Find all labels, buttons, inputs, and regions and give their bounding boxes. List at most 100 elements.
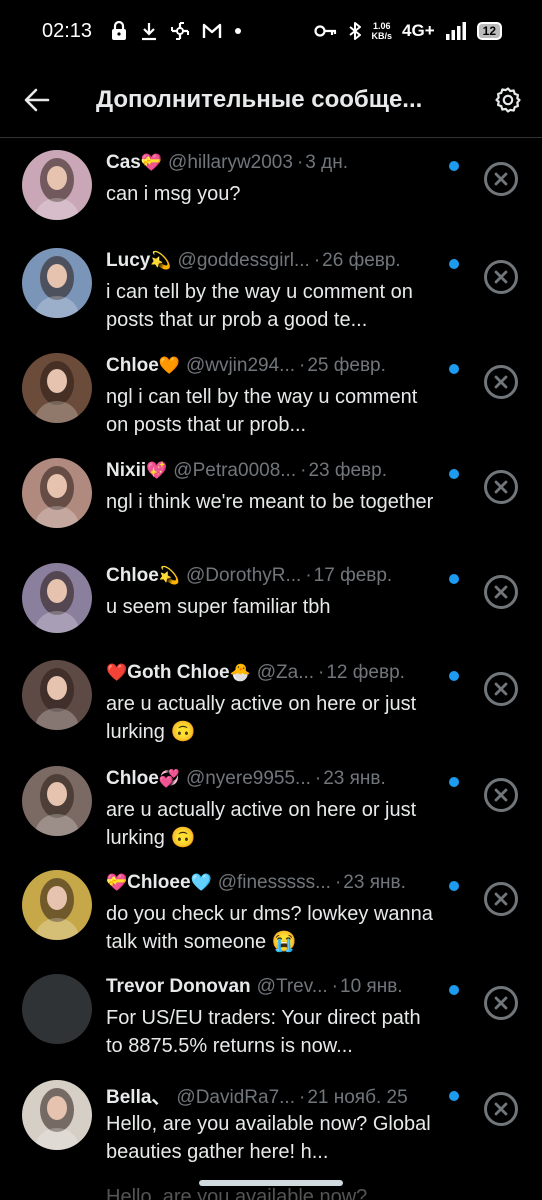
message-content: ❤️Goth Chloe🐣 @Za... · 12 февр. are u actual… [106, 662, 440, 746]
display-name[interactable]: Chloe💫 [106, 565, 180, 587]
display-name-text: Chloee [127, 872, 191, 893]
separator: · [296, 152, 304, 173]
message-request-item[interactable]: 💝Chloee🩵 @finesssss... · 23 янв. do you chec… [0, 868, 542, 972]
back-button[interactable] [12, 75, 62, 125]
separator: · [298, 1087, 306, 1108]
message-content: Chloe💫 @DorothyR... · 17 февр. u seem super … [106, 565, 440, 621]
dismiss-button[interactable] [484, 986, 518, 1020]
message-request-item[interactable]: Cas💝 @hillaryw2003 · 3 дн. can i msg you? [0, 148, 542, 246]
close-icon [494, 682, 508, 696]
user-handle[interactable]: @hillaryw2003 [168, 152, 293, 174]
name-emoji: 💝 [140, 153, 163, 173]
separator: · [313, 250, 321, 271]
message-content: Lucy💫 @goddessgirl... · 26 февр. i can tell … [106, 250, 440, 334]
display-name[interactable]: Nixii💖 [106, 460, 167, 482]
network-speed-unit: KB/s [371, 31, 393, 41]
display-name[interactable]: Bella、 [106, 1082, 170, 1109]
message-date: 10 янв. [340, 976, 403, 997]
avatar-photo [35, 571, 79, 633]
message-header: Lucy💫 @goddessgirl... · 26 февр. [106, 250, 440, 276]
avatar-photo [35, 878, 79, 940]
display-name[interactable]: ❤️Goth Chloe🐣 [106, 662, 251, 684]
network-speed-value: 1.06 [373, 21, 391, 31]
user-handle[interactable]: @Petra0008... [173, 460, 296, 482]
display-name[interactable]: Trevor Donovan [106, 976, 251, 998]
message-request-item[interactable]: Bella、 @DavidRa7... · 21 нояб. 25 Hello, are… [0, 1078, 542, 1182]
user-handle[interactable]: @DorothyR... [186, 565, 301, 587]
message-content: Chloe🧡 @wvjin294... · 25 февр. ngl i can tel… [106, 355, 440, 439]
user-handle[interactable]: @wvjin294... [186, 355, 295, 377]
message-content: Cas💝 @hillaryw2003 · 3 дн. can i msg you? [106, 152, 440, 208]
message-preview: ngl i can tell by the way u comment on p… [106, 386, 418, 436]
dismiss-button[interactable] [484, 1092, 518, 1126]
message-request-item[interactable]: Trevor Donovan @Trev... · 10 янв. For US/EU … [0, 972, 542, 1078]
avatar[interactable] [22, 1080, 92, 1150]
user-handle[interactable]: @finesssss... [218, 872, 331, 894]
close-icon [494, 1102, 508, 1116]
dismiss-button[interactable] [484, 470, 518, 504]
avatar[interactable] [22, 353, 92, 423]
message-preview: are u actually active on here or just lu… [106, 693, 417, 743]
avatar[interactable] [22, 248, 92, 318]
network-speed: 1.06 KB/s [372, 21, 393, 41]
message-date: 21 нояб. 25 [307, 1087, 408, 1108]
name-prefix-emoji: ❤️ [106, 663, 128, 683]
message-request-item[interactable]: Lucy💫 @goddessgirl... · 26 февр. i can tell … [0, 246, 542, 351]
avatar[interactable] [22, 660, 92, 730]
message-content: Trevor Donovan @Trev... · 10 янв. For US/EU … [106, 976, 440, 1060]
avatar[interactable] [22, 870, 92, 940]
message-request-item[interactable]: Chloe💞 @nyere9955... · 23 янв. are u actuall… [0, 764, 542, 868]
name-emoji: 💫 [158, 566, 180, 586]
user-handle[interactable]: @goddessgirl... [178, 250, 310, 272]
display-name-text: Chloe [106, 565, 159, 586]
display-name[interactable]: Chloe💞 [106, 768, 180, 790]
message-preview: u seem super familiar tbh [106, 596, 331, 618]
home-indicator[interactable] [199, 1180, 343, 1186]
message-header: Nixii💖 @Petra0008... · 23 февр. [106, 460, 440, 486]
user-handle[interactable]: @Trev... [257, 976, 328, 998]
avatar[interactable] [22, 458, 92, 528]
separator: · [334, 872, 342, 893]
avatar[interactable] [22, 766, 92, 836]
user-handle[interactable]: @nyere9955... [186, 768, 311, 790]
separator: · [314, 768, 322, 789]
status-right: 1.06 KB/s 4G+ 12 [313, 21, 502, 41]
display-name-text: Bella、 [106, 1087, 171, 1108]
dismiss-button[interactable] [484, 672, 518, 706]
user-handle[interactable]: @DavidRa7... [176, 1087, 295, 1109]
dismiss-button[interactable] [484, 778, 518, 812]
message-request-item[interactable]: Chloe🧡 @wvjin294... · 25 февр. ngl i can tel… [0, 351, 542, 456]
message-header: Chloe🧡 @wvjin294... · 25 февр. [106, 355, 440, 381]
settings-button[interactable] [484, 76, 532, 124]
display-name-text: Goth Chloe [127, 662, 230, 683]
unread-indicator [449, 1091, 459, 1101]
message-content: Nixii💖 @Petra0008... · 23 февр. ngl i think … [106, 460, 440, 516]
close-icon [494, 892, 508, 906]
avatar[interactable] [22, 563, 92, 633]
dismiss-button[interactable] [484, 575, 518, 609]
dismiss-button[interactable] [484, 162, 518, 196]
dismiss-button[interactable] [484, 365, 518, 399]
message-request-item[interactable]: Nixii💖 @Petra0008... · 23 февр. ngl i think … [0, 456, 542, 561]
message-preview: are u actually active on here or just lu… [106, 799, 417, 849]
unread-indicator [449, 161, 459, 171]
avatar[interactable] [22, 150, 92, 220]
message-date: 12 февр. [326, 662, 405, 683]
avatar[interactable] [22, 974, 92, 1044]
display-name[interactable]: 💝Chloee🩵 [106, 872, 212, 894]
avatar-photo [35, 361, 79, 423]
display-name[interactable]: Cas💝 [106, 152, 162, 174]
dismiss-button[interactable] [484, 882, 518, 916]
message-preview: Hello, are you available now? Global bea… [106, 1113, 431, 1163]
dismiss-button[interactable] [484, 260, 518, 294]
message-request-item[interactable]: ❤️Goth Chloe🐣 @Za... · 12 февр. are u actual… [0, 658, 542, 764]
gear-icon [495, 86, 521, 113]
display-name[interactable]: Chloe🧡 [106, 355, 180, 377]
avatar-photo [35, 1088, 79, 1150]
message-request-item[interactable]: Chloe💫 @DorothyR... · 17 февр. u seem super … [0, 561, 542, 658]
name-emoji: 🩵 [190, 873, 212, 893]
message-date: 3 дн. [305, 152, 348, 173]
user-handle[interactable]: @Za... [257, 662, 314, 684]
display-name[interactable]: Lucy💫 [106, 250, 172, 272]
avatar-photo [35, 668, 79, 730]
